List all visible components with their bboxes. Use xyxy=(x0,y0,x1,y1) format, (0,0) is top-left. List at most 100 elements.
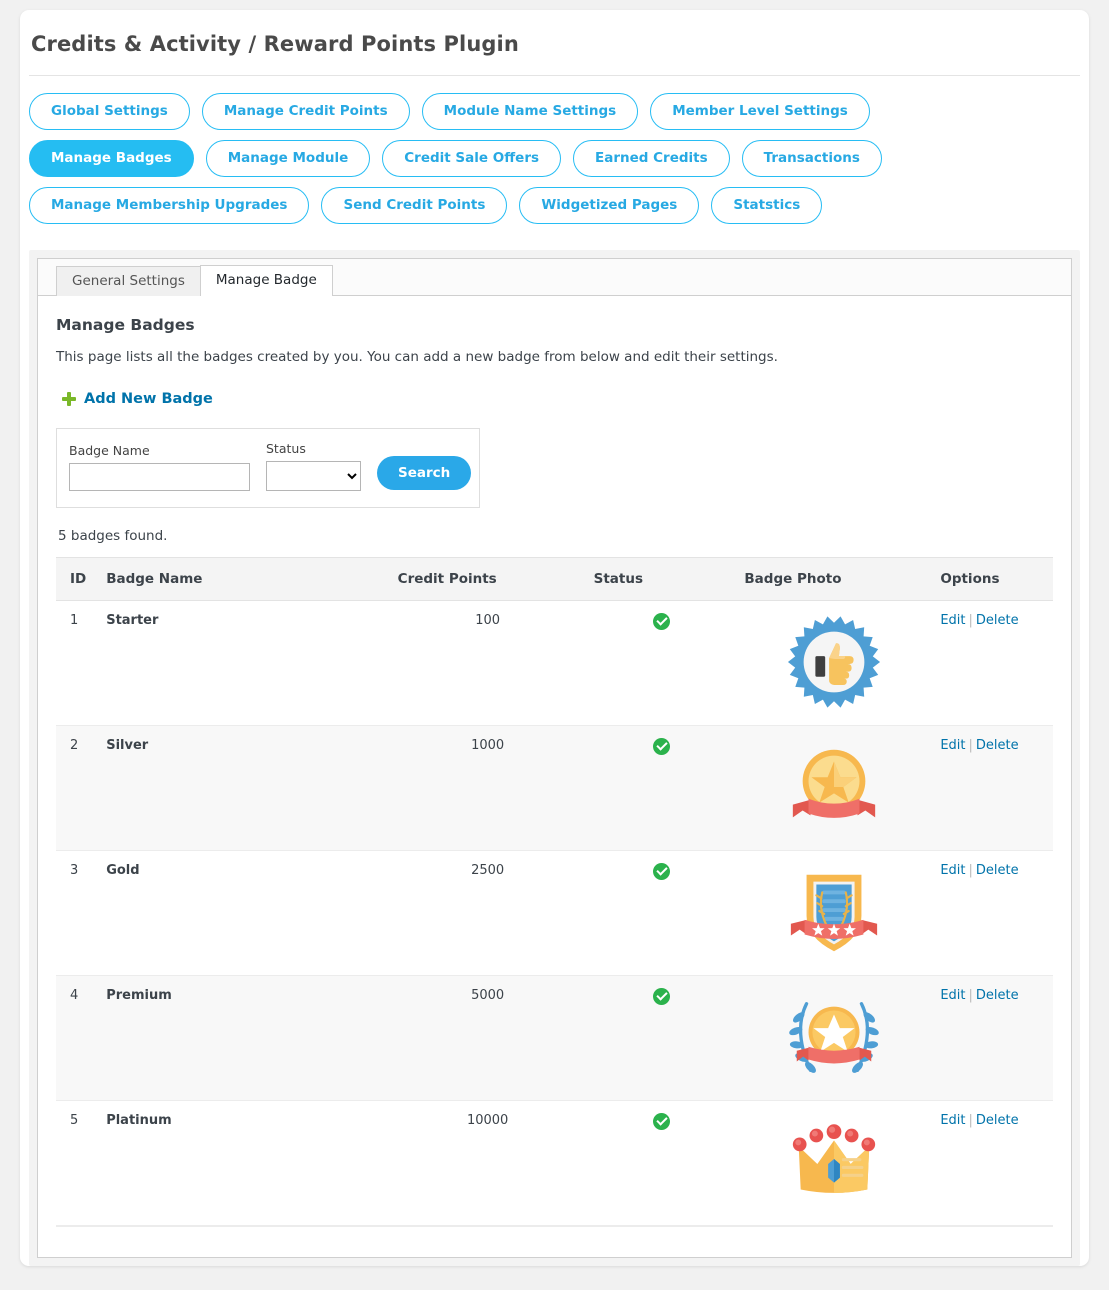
status-active-check-icon xyxy=(652,738,670,755)
status-active-check-icon xyxy=(652,1113,670,1130)
badges-table: ID Badge Name Credit Points Status Badge… xyxy=(56,557,1053,1226)
cell-id: 3 xyxy=(56,850,99,976)
cell-options: Edit | Delete xyxy=(932,725,1053,851)
cell-badge-name: Starter xyxy=(98,600,390,726)
tab-general-settings[interactable]: General Settings xyxy=(56,266,201,296)
search-filter-box: Badge Name Status Search xyxy=(56,428,480,508)
status-active-check-icon xyxy=(652,863,670,880)
nav-pill-manage-membership-upgrades[interactable]: Manage Membership Upgrades xyxy=(29,187,310,224)
edit-link[interactable]: Edit xyxy=(940,1113,965,1128)
settings-panel: General Settings Manage Badge Manage Badg… xyxy=(37,258,1072,1258)
options-separator: | xyxy=(968,1113,973,1128)
col-header-id: ID xyxy=(56,557,99,601)
panel-body: Manage Badges This page lists all the ba… xyxy=(38,296,1071,1257)
cell-id: 1 xyxy=(56,600,99,726)
edit-link[interactable]: Edit xyxy=(940,863,965,878)
cell-badge-photo xyxy=(736,1100,933,1226)
table-bottom-divider xyxy=(56,1226,1053,1227)
nav-pill-credit-sale-offers[interactable]: Credit Sale Offers xyxy=(382,140,562,177)
page-title: Credits & Activity / Reward Points Plugi… xyxy=(31,32,519,56)
nav-pill-global-settings[interactable]: Global Settings xyxy=(29,93,190,130)
tab-bar: General Settings Manage Badge xyxy=(38,259,1071,296)
results-count: 5 badges found. xyxy=(58,528,168,544)
delete-link[interactable]: Delete xyxy=(976,738,1019,753)
col-header-status: Status xyxy=(585,557,737,601)
cell-options: Edit | Delete xyxy=(932,600,1053,726)
nav-pill-transactions[interactable]: Transactions xyxy=(741,140,882,177)
page-root: Credits & Activity / Reward Points Plugi… xyxy=(0,0,1109,1290)
star-medal-ribbon-badge-icon xyxy=(785,749,883,840)
status-active-check-icon xyxy=(652,988,670,1005)
table-row: 1 Starter 100 Edit | Delete xyxy=(56,600,1053,726)
nav-pill-send-credit-points[interactable]: Send Credit Points xyxy=(321,187,508,224)
delete-link[interactable]: Delete xyxy=(976,988,1019,1003)
options-separator: | xyxy=(968,988,973,1003)
cell-credit-points: 10000 xyxy=(389,1100,586,1226)
nav-pill-earned-credits[interactable]: Earned Credits xyxy=(573,140,730,177)
cell-credit-points: 1000 xyxy=(389,725,586,851)
badge-name-field-group: Badge Name xyxy=(69,443,250,491)
nav-pill-manage-module[interactable]: Manage Module xyxy=(205,140,371,177)
cell-status xyxy=(585,1100,737,1226)
cell-id: 4 xyxy=(56,975,99,1101)
delete-link[interactable]: Delete xyxy=(976,613,1019,628)
table-row: 4 Premium 5000 Edit | Delete xyxy=(56,975,1053,1101)
cell-badge-name: Platinum xyxy=(98,1100,390,1226)
cell-badge-photo xyxy=(736,600,933,726)
options-separator: | xyxy=(968,863,973,878)
table-row: 5 Platinum 10000 Edit | Delete xyxy=(56,1100,1053,1226)
badges-table-head: ID Badge Name Credit Points Status Badge… xyxy=(56,557,1053,601)
nav-pill-manage-badges[interactable]: Manage Badges xyxy=(29,140,194,177)
crown-badge-icon xyxy=(785,1124,883,1215)
cell-status xyxy=(585,850,737,976)
nav-pill-manage-credit-points[interactable]: Manage Credit Points xyxy=(201,93,410,130)
delete-link[interactable]: Delete xyxy=(976,1113,1019,1128)
shield-stars-ribbon-badge-icon xyxy=(785,874,883,965)
table-header-row: ID Badge Name Credit Points Status Badge… xyxy=(56,557,1053,601)
edit-link[interactable]: Edit xyxy=(940,738,965,753)
cell-status xyxy=(585,600,737,726)
cell-credit-points: 5000 xyxy=(389,975,586,1101)
cell-badge-name: Silver xyxy=(98,725,390,851)
cell-badge-name: Premium xyxy=(98,975,390,1101)
laurel-star-medal-badge-icon xyxy=(785,1002,883,1090)
cell-badge-photo xyxy=(736,975,933,1101)
table-row: 2 Silver 1000 Edit | Delete xyxy=(56,725,1053,851)
delete-link[interactable]: Delete xyxy=(976,863,1019,878)
section-title: Manage Badges xyxy=(56,316,195,334)
status-label: Status xyxy=(266,441,306,456)
app-card: Credits & Activity / Reward Points Plugi… xyxy=(20,10,1089,1266)
cell-credit-points: 2500 xyxy=(389,850,586,976)
search-button[interactable]: Search xyxy=(377,456,472,490)
options-separator: | xyxy=(968,738,973,753)
edit-link[interactable]: Edit xyxy=(940,988,965,1003)
cell-badge-photo xyxy=(736,850,933,976)
table-row: 3 Gold 2500 Edit | Delete xyxy=(56,850,1053,976)
tab-manage-badge[interactable]: Manage Badge xyxy=(199,265,333,296)
badge-name-input[interactable] xyxy=(69,463,250,491)
status-active-check-icon xyxy=(652,613,670,630)
status-select[interactable] xyxy=(266,461,361,491)
nav-pill-member-level-settings[interactable]: Member Level Settings xyxy=(650,93,870,130)
cell-id: 2 xyxy=(56,725,99,851)
cell-options: Edit | Delete xyxy=(932,975,1053,1101)
nav-pill-statstics[interactable]: Statstics xyxy=(711,187,823,224)
thumbs-up-rosette-badge-icon xyxy=(785,616,883,715)
cell-credit-points: 100 xyxy=(389,600,586,726)
cell-options: Edit | Delete xyxy=(932,850,1053,976)
status-field-group: Status xyxy=(266,441,361,491)
badges-table-body: 1 Starter 100 Edit | Delete 2 Silver 1000 Edit | De… xyxy=(56,600,1053,1226)
edit-link[interactable]: Edit xyxy=(940,613,965,628)
add-new-badge-link[interactable]: Add New Badge xyxy=(62,391,213,407)
nav-pill-widgetized-pages[interactable]: Widgetized Pages xyxy=(519,187,700,224)
cell-status xyxy=(585,725,737,851)
section-description: This page lists all the badges created b… xyxy=(56,349,778,365)
cell-badge-name: Gold xyxy=(98,850,390,976)
panel-outer-wrapper: General Settings Manage Badge Manage Badg… xyxy=(29,250,1080,1266)
col-header-options: Options xyxy=(932,557,1053,601)
cell-badge-photo xyxy=(736,725,933,851)
nav-pill-module-name-settings[interactable]: Module Name Settings xyxy=(421,93,639,130)
plus-icon xyxy=(62,392,76,406)
add-new-badge-label: Add New Badge xyxy=(84,391,213,407)
badge-name-label: Badge Name xyxy=(69,443,150,458)
